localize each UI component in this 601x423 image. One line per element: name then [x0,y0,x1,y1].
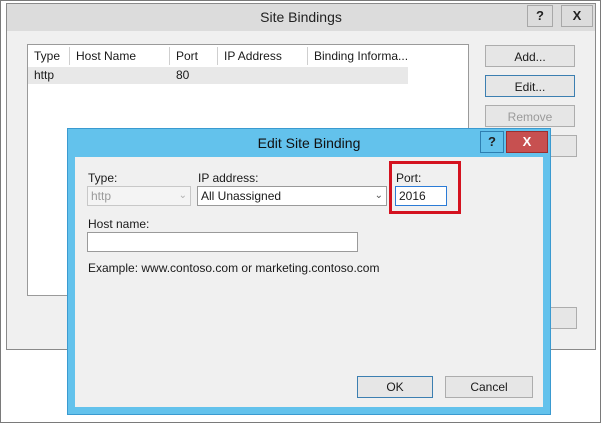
type-dropdown: http ⌄ [87,186,191,206]
outer-close-action-button[interactable] [547,307,577,329]
cell-type: http [34,68,55,82]
add-button[interactable]: Add... [485,45,575,67]
remove-button[interactable]: Remove [485,105,575,127]
edit-site-binding-dialog: Edit Site Binding ? X Type: http ⌄ IP ad… [67,128,551,415]
cancel-button[interactable]: Cancel [445,376,533,398]
close-button[interactable]: X [561,5,593,27]
help-button[interactable]: ? [480,131,504,153]
ok-button[interactable]: OK [357,376,433,398]
cell-ip-address [218,67,314,84]
ip-address-label: IP address: [198,171,259,185]
type-value: http [91,189,112,203]
host-name-input[interactable] [87,232,358,252]
ip-address-dropdown[interactable]: All Unassigned ⌄ [197,186,387,206]
browse-button[interactable] [547,135,577,157]
port-label: Port: [396,171,422,185]
site-bindings-title: Site Bindings [7,4,595,31]
host-name-label: Host name: [88,217,150,231]
close-button[interactable]: X [506,131,548,153]
edit-binding-body: Type: http ⌄ IP address: All Unassigned … [75,157,543,407]
edit-binding-title: Edit Site Binding [257,135,361,151]
column-header-ip-address[interactable]: IP Address [218,47,308,65]
example-text: Example: www.contoso.com or marketing.co… [88,261,380,275]
column-header-host-name[interactable]: Host Name [70,47,170,65]
help-button[interactable]: ? [527,5,553,27]
column-header-port[interactable]: Port [170,47,218,65]
cell-port: 80 [176,68,190,82]
column-header-binding-info[interactable]: Binding Informa... [308,47,408,65]
cell-host-name [70,67,176,84]
chevron-down-icon: ⌄ [178,190,187,201]
type-label: Type: [88,171,118,185]
cell-binding-info [308,67,414,84]
ip-address-value: All Unassigned [201,189,282,203]
column-header-type[interactable]: Type [28,47,70,65]
port-input[interactable]: 2016 [395,186,447,206]
list-header: Type Host Name Port IP Address Binding I… [28,47,408,65]
edit-button[interactable]: Edit... [485,75,575,97]
table-row[interactable]: http 80 [28,67,408,84]
chevron-down-icon[interactable]: ⌄ [375,187,383,205]
